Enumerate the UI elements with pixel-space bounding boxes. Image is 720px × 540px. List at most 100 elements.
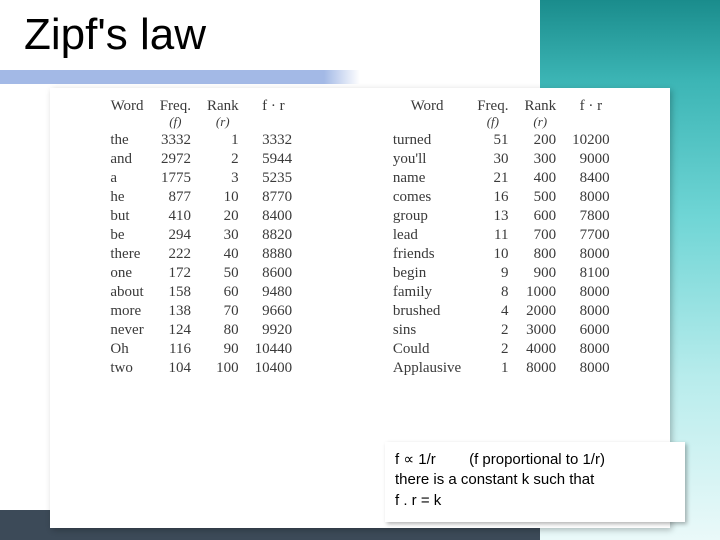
table-row: sins230006000	[385, 321, 618, 340]
cell-freq: 21	[469, 169, 516, 188]
col-freq: Freq.(f)	[469, 98, 516, 131]
cell-rank: 90	[199, 340, 247, 359]
cell-freq: 222	[152, 245, 199, 264]
table-row: one172508600	[102, 264, 300, 283]
cell-freq: 9	[469, 264, 516, 283]
cell-rank: 1000	[516, 283, 564, 302]
cell-rank: 2000	[516, 302, 564, 321]
cell-freq: 294	[152, 226, 199, 245]
cell-fr: 6000	[564, 321, 618, 340]
table-row: be294308820	[102, 226, 300, 245]
cell-freq: 172	[152, 264, 199, 283]
cell-rank: 3	[199, 169, 247, 188]
cell-word: sins	[385, 321, 469, 340]
table-row: group136007800	[385, 207, 618, 226]
cell-fr: 8000	[564, 302, 618, 321]
cell-rank: 400	[516, 169, 564, 188]
cell-freq: 877	[152, 188, 199, 207]
cell-word: Could	[385, 340, 469, 359]
cell-fr: 8000	[564, 359, 618, 378]
cell-freq: 4	[469, 302, 516, 321]
cell-rank: 40	[199, 245, 247, 264]
cell-rank: 1	[199, 131, 247, 150]
table-row: about158609480	[102, 283, 300, 302]
table-row: Applausive180008000	[385, 359, 618, 378]
table-row: the333213332	[102, 131, 300, 150]
table-row: he877108770	[102, 188, 300, 207]
cell-rank: 80	[199, 321, 247, 340]
cell-fr: 9480	[247, 283, 301, 302]
cell-fr: 8820	[247, 226, 301, 245]
cell-freq: 2	[469, 321, 516, 340]
col-word: Word	[102, 98, 151, 131]
cell-fr: 9000	[564, 150, 618, 169]
cell-word: one	[102, 264, 151, 283]
cell-freq: 3332	[152, 131, 199, 150]
cell-rank: 2	[199, 150, 247, 169]
cell-freq: 13	[469, 207, 516, 226]
cell-word: group	[385, 207, 469, 226]
cell-freq: 51	[469, 131, 516, 150]
title-underline	[0, 70, 360, 84]
cell-rank: 20	[199, 207, 247, 226]
cell-word: about	[102, 283, 151, 302]
col-freq: Freq.(f)	[152, 98, 199, 131]
cell-fr: 8000	[564, 188, 618, 207]
cell-word: turned	[385, 131, 469, 150]
zipf-table-right: Word Freq.(f) Rank(r) f · r turned512001…	[385, 98, 618, 378]
table-row: you'll303009000	[385, 150, 618, 169]
cell-freq: 1	[469, 359, 516, 378]
cell-word: he	[102, 188, 151, 207]
cell-word: you'll	[385, 150, 469, 169]
cell-rank: 50	[199, 264, 247, 283]
col-word: Word	[385, 98, 469, 131]
table-row: Could240008000	[385, 340, 618, 359]
cell-fr: 10440	[247, 340, 301, 359]
cell-rank: 800	[516, 245, 564, 264]
cell-fr: 8400	[247, 207, 301, 226]
cell-rank: 10	[199, 188, 247, 207]
cell-word: name	[385, 169, 469, 188]
cell-freq: 410	[152, 207, 199, 226]
formula-box: f ∝ 1/r (f proportional to 1/r) there is…	[385, 442, 685, 522]
cell-fr: 8000	[564, 283, 618, 302]
cell-word: brushed	[385, 302, 469, 321]
cell-fr: 10400	[247, 359, 301, 378]
table-row: lead117007700	[385, 226, 618, 245]
col-fr: f · r	[564, 98, 618, 131]
col-rank: Rank(r)	[199, 98, 247, 131]
cell-freq: 116	[152, 340, 199, 359]
cell-freq: 1775	[152, 169, 199, 188]
slide-title: Zipf's law	[24, 10, 206, 60]
cell-word: comes	[385, 188, 469, 207]
table-row: turned5120010200	[385, 131, 618, 150]
cell-word: family	[385, 283, 469, 302]
cell-fr: 8880	[247, 245, 301, 264]
cell-word: the	[102, 131, 151, 150]
cell-fr: 3332	[247, 131, 301, 150]
cell-rank: 70	[199, 302, 247, 321]
cell-freq: 8	[469, 283, 516, 302]
cell-fr: 7800	[564, 207, 618, 226]
col-rank: Rank(r)	[516, 98, 564, 131]
cell-fr: 8770	[247, 188, 301, 207]
cell-rank: 8000	[516, 359, 564, 378]
cell-word: there	[102, 245, 151, 264]
cell-freq: 30	[469, 150, 516, 169]
cell-word: a	[102, 169, 151, 188]
cell-word: be	[102, 226, 151, 245]
cell-fr: 9660	[247, 302, 301, 321]
cell-word: never	[102, 321, 151, 340]
table-row: never124809920	[102, 321, 300, 340]
formula-line-1: f ∝ 1/r (f proportional to 1/r)	[395, 450, 675, 470]
cell-fr: 7700	[564, 226, 618, 245]
cell-word: and	[102, 150, 151, 169]
cell-rank: 60	[199, 283, 247, 302]
cell-word: two	[102, 359, 151, 378]
cell-word: more	[102, 302, 151, 321]
zipf-table-left: Word Freq.(f) Rank(r) f · r the333213332…	[102, 98, 300, 378]
cell-rank: 100	[199, 359, 247, 378]
cell-rank: 900	[516, 264, 564, 283]
cell-rank: 200	[516, 131, 564, 150]
cell-freq: 138	[152, 302, 199, 321]
